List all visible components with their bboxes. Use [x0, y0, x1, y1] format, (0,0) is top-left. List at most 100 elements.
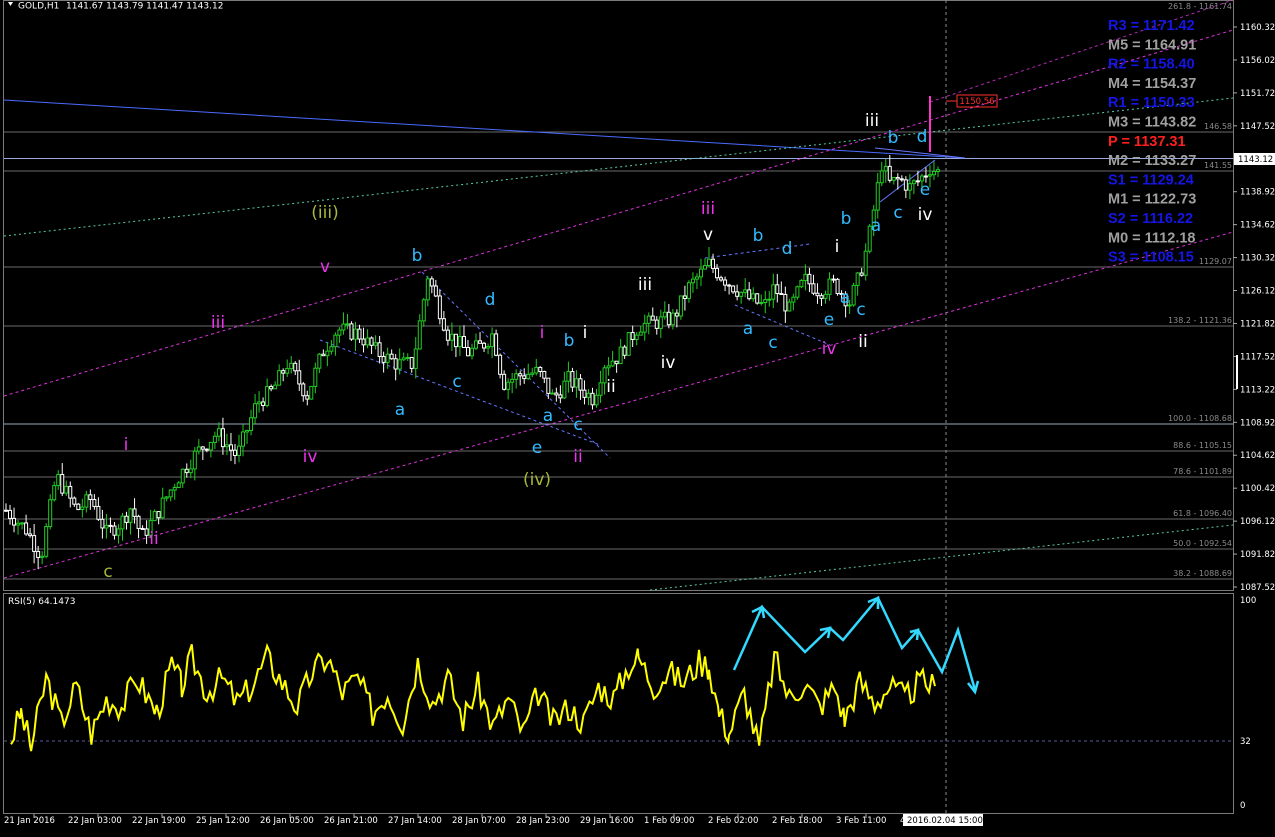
candle-body — [478, 340, 483, 344]
pivot-level-label: M5 = 1164.91 — [1108, 37, 1196, 53]
candle-body — [184, 468, 189, 474]
candle-body — [72, 497, 77, 505]
candle-body — [779, 293, 784, 296]
price-tick-label: 1087.52 — [1240, 583, 1275, 593]
wave-label: i — [540, 323, 545, 343]
candle-body — [586, 392, 591, 398]
gold-h1-chart[interactable]: GOLD,H1 1141.67 1143.79 1141.47 1143.12 … — [0, 0, 1275, 837]
wave-label: a — [543, 406, 553, 426]
candle-body — [927, 174, 932, 177]
time-tick-label: 2 Feb 02:00 — [708, 816, 758, 826]
candle-body — [104, 524, 109, 529]
candle-body — [469, 347, 474, 357]
candle-body — [670, 312, 675, 326]
wave-label: ii — [858, 332, 867, 352]
candle-body — [192, 450, 197, 470]
price-tick-label: 1151.72 — [1240, 89, 1275, 99]
candle-body — [429, 278, 434, 287]
candle-body — [550, 392, 555, 395]
pivot-level-label: P = 1137.31 — [1108, 134, 1186, 150]
candle-body — [445, 329, 450, 341]
candle-body — [578, 378, 583, 391]
candle-body — [245, 429, 250, 433]
candle-body — [48, 499, 53, 528]
candle-body — [791, 296, 796, 303]
wave-label: a — [395, 400, 405, 420]
candle-body — [329, 346, 334, 352]
candle-body — [112, 525, 117, 536]
wave-label: c — [103, 562, 112, 582]
pivot-level-label: M4 = 1154.37 — [1108, 76, 1196, 92]
candle-body — [594, 394, 599, 406]
candle-body — [24, 522, 29, 535]
candle-body — [530, 372, 535, 375]
candle-body — [666, 311, 671, 326]
candle-body — [743, 289, 748, 293]
candle-body — [506, 381, 511, 390]
candle-body — [277, 370, 282, 386]
candle-body — [811, 283, 816, 294]
candle-body — [337, 329, 342, 336]
candle-body — [309, 385, 314, 400]
wave-label: c — [573, 415, 582, 435]
wave-label: iv — [918, 205, 933, 225]
scroll-marker[interactable] — [1236, 355, 1238, 389]
candle-body — [486, 346, 491, 349]
wave-label: b — [841, 209, 852, 229]
candle-body — [212, 435, 217, 443]
candle-body — [176, 482, 181, 488]
wave-label: b — [753, 226, 764, 246]
time-tick-label: 3 Feb 11:00 — [836, 816, 886, 826]
time-tick-label: 28 Jan 23:00 — [516, 816, 570, 826]
wave-label: iv — [661, 353, 676, 373]
candle-body — [321, 353, 326, 357]
price-tick-label: 1104.62 — [1240, 451, 1275, 461]
candle-body — [735, 291, 740, 297]
pivot-level-label: M2 = 1133.27 — [1108, 153, 1196, 169]
price-tick-label: 1096.12 — [1240, 517, 1275, 527]
time-tick-label: 28 Jan 07:00 — [452, 816, 506, 826]
candle-body — [385, 353, 390, 363]
candle-body — [373, 342, 378, 346]
candle-body — [574, 378, 579, 388]
cursor-time-tag: 2016.02.04 15:00 — [903, 814, 983, 826]
wave-label: c — [893, 203, 902, 223]
wave-label: e — [920, 180, 930, 200]
wave-label: ii — [149, 529, 158, 549]
candle-body — [807, 273, 812, 285]
candle-body — [128, 508, 133, 523]
wave-label: (iv) — [523, 470, 551, 490]
wave-label: (iii) — [311, 203, 338, 223]
candle-body — [120, 515, 125, 530]
wave-label: iii — [638, 275, 652, 295]
candle-body — [654, 319, 659, 329]
wave-label: e — [532, 438, 542, 458]
candle-body — [52, 485, 57, 501]
fib-label: 38.2 - 1088.69 — [1173, 569, 1232, 578]
fib-label: 100.0 - 1108.68 — [1168, 414, 1232, 423]
candle-body — [815, 292, 820, 297]
candle-body — [895, 176, 900, 180]
candle-body — [518, 373, 523, 377]
candle-body — [236, 445, 241, 457]
candle-body — [935, 169, 940, 172]
candle-body — [590, 392, 595, 406]
candle-body — [771, 284, 776, 300]
candle-body — [116, 528, 121, 536]
price-tick-label: 1130.32 — [1240, 254, 1275, 264]
candle-body — [558, 394, 563, 399]
candle-body — [682, 295, 687, 299]
candle-body — [224, 444, 229, 448]
wave-label: a — [743, 319, 753, 339]
wave-label: b — [564, 331, 575, 351]
candle-body — [216, 428, 221, 437]
candle-body — [200, 446, 205, 450]
candle-body — [313, 367, 318, 387]
candle-body — [68, 485, 73, 499]
candle-body — [20, 522, 25, 525]
candle-body — [44, 526, 49, 557]
time-tick-label: 26 Jan 05:00 — [260, 816, 314, 826]
candle-body — [140, 527, 145, 530]
time-tick-label: 26 Jan 21:00 — [324, 816, 378, 826]
fib-label: 1129.07 — [1199, 257, 1232, 266]
